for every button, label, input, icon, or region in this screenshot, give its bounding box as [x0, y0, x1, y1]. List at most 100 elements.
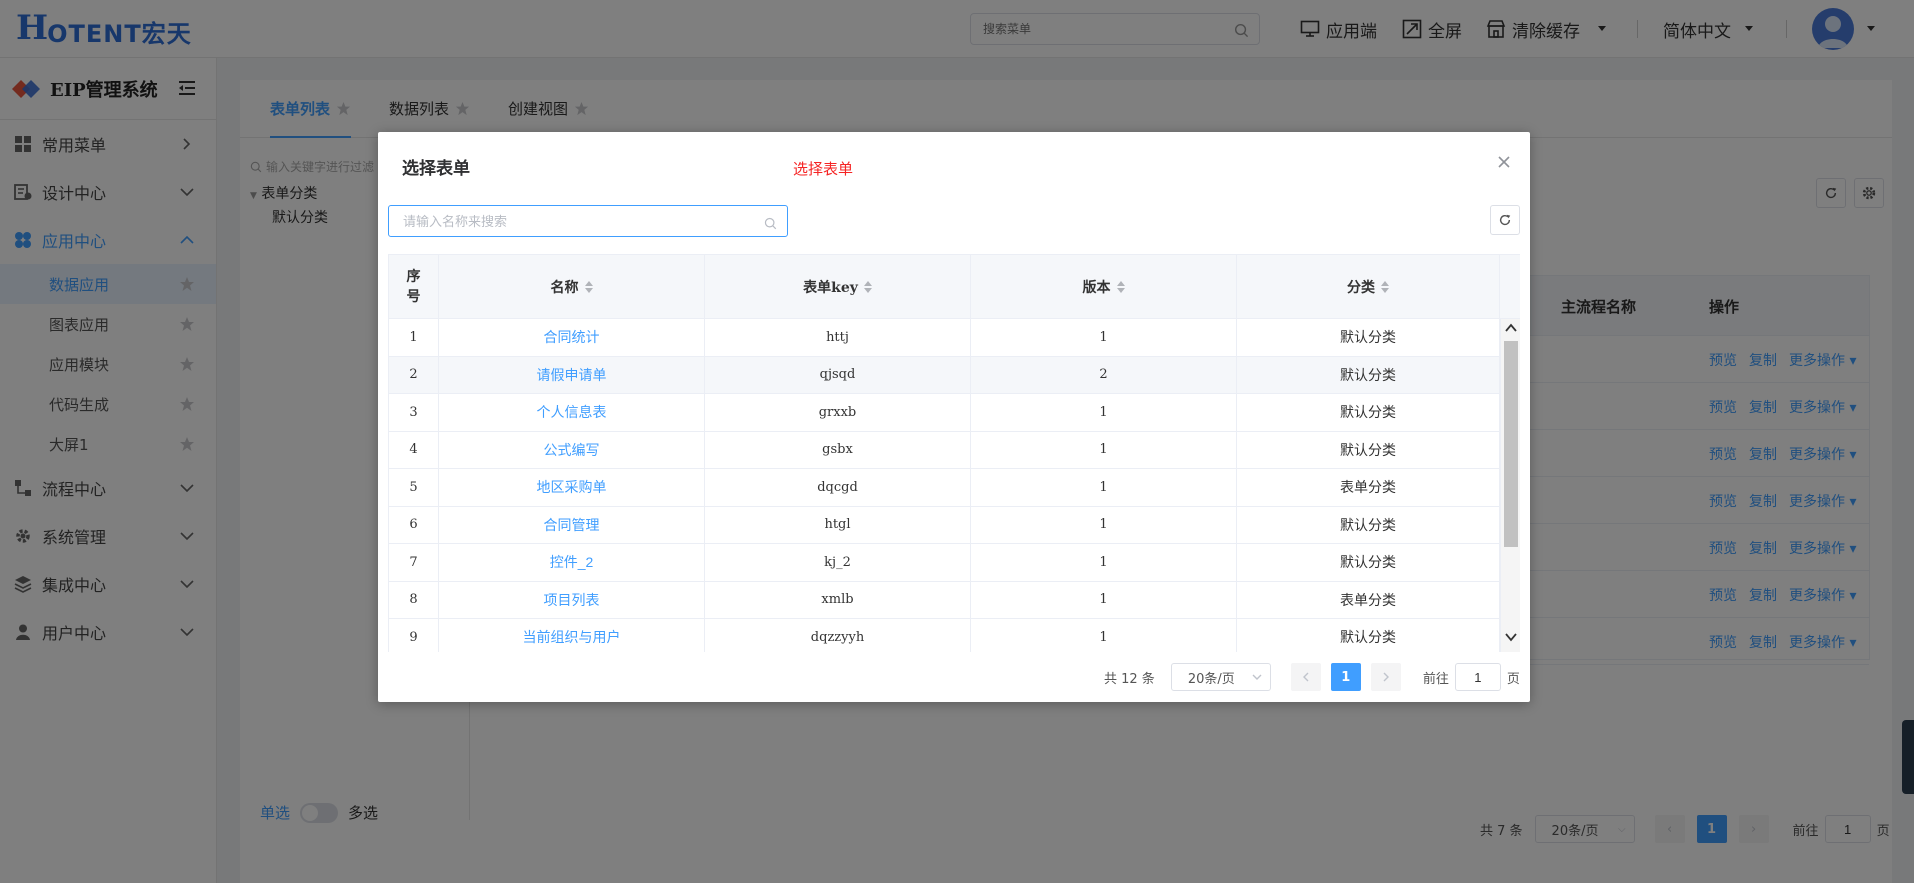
goto-label: 前往 — [1422, 671, 1449, 687]
column-header-label: 分类 — [1347, 280, 1375, 296]
cell-key: gsbx — [705, 431, 971, 468]
select-form-dialog: 选择表单 选择表单 序号 名称 表单key 版本 — [378, 132, 1530, 702]
dialog-subtitle: 选择表单 — [793, 160, 854, 178]
cell-key: grxxb — [705, 394, 971, 431]
cell-seq: 4 — [389, 431, 439, 468]
cell-seq: 2 — [389, 356, 439, 393]
cell-name-link[interactable]: 地区采购单 — [439, 469, 705, 506]
cell-version: 1 — [971, 394, 1237, 431]
cell-key: kj_2 — [705, 544, 971, 581]
cell-category: 默认分类 — [1237, 506, 1500, 543]
cell-seq: 3 — [389, 394, 439, 431]
cell-name-link[interactable]: 公式编写 — [439, 431, 705, 468]
sort-icon[interactable] — [863, 281, 872, 293]
table-row[interactable]: 4 公式编写 gsbx 1 默认分类 — [389, 431, 1500, 469]
scrollbar-thumb[interactable] — [1504, 341, 1518, 547]
cell-seq: 6 — [389, 506, 439, 543]
form-name-search[interactable] — [388, 205, 788, 237]
scroll-up-icon[interactable] — [1505, 323, 1517, 333]
table-row[interactable]: 6 合同管理 htgl 1 默认分类 — [389, 506, 1500, 544]
column-header-label: 名称 — [550, 280, 579, 296]
sort-icon[interactable] — [1381, 281, 1389, 293]
column-header-name[interactable]: 名称 — [439, 255, 705, 319]
dialog-title: 选择表单 — [402, 159, 470, 179]
dialog-pagination: 共 12 条 20条/页 1 前往 页 — [1104, 662, 1520, 692]
cell-version: 1 — [971, 431, 1237, 468]
cell-key: xmlb — [705, 581, 971, 618]
cell-seq: 1 — [389, 319, 439, 356]
sort-icon[interactable] — [1116, 281, 1125, 293]
cell-key: dqcgd — [705, 469, 971, 506]
page-size-label: 20条/页 — [1187, 671, 1235, 687]
cell-version: 1 — [971, 506, 1237, 543]
cell-name-link[interactable]: 当前组织与用户 — [439, 619, 705, 652]
table-header: 序号 名称 表单key 版本 分类 — [389, 255, 1520, 319]
table-row[interactable]: 9 当前组织与用户 dqzzyyh 1 默认分类 — [389, 619, 1500, 652]
table-row[interactable]: 7 控件_2 kj_2 1 默认分类 — [389, 544, 1500, 582]
cell-name-link[interactable]: 请假申请单 — [439, 356, 705, 393]
cell-version: 1 — [971, 619, 1237, 652]
cell-category: 默认分类 — [1237, 394, 1500, 431]
cell-version: 1 — [971, 581, 1237, 618]
table-row[interactable]: 5 地区采购单 dqcgd 1 表单分类 — [389, 469, 1500, 507]
cell-name-link[interactable]: 控件_2 — [439, 544, 705, 581]
scroll-down-icon[interactable] — [1505, 632, 1517, 642]
table-row[interactable]: 2 请假申请单 qjsqd 2 默认分类 — [389, 356, 1500, 394]
table-scrollbar[interactable] — [1500, 319, 1520, 652]
column-header-category[interactable]: 分类 — [1237, 255, 1500, 319]
form-select-table: 序号 名称 表单key 版本 分类 1 合同统计 httj 1 默认分类 2 请… — [388, 254, 1520, 652]
cell-version: 1 — [971, 469, 1237, 506]
form-name-search-input[interactable] — [389, 206, 749, 236]
chevron-down-icon — [1252, 674, 1262, 680]
goto-page: 前往 页 — [1423, 663, 1520, 691]
table-row[interactable]: 3 个人信息表 grxxb 1 默认分类 — [389, 394, 1500, 432]
refresh-icon — [1499, 214, 1511, 226]
table-row[interactable]: 1 合同统计 httj 1 默认分类 — [389, 319, 1500, 357]
cell-name-link[interactable]: 合同管理 — [439, 506, 705, 543]
cell-category: 默认分类 — [1237, 319, 1500, 356]
cell-seq: 8 — [389, 581, 439, 618]
close-button[interactable] — [1494, 152, 1514, 172]
page-size-select[interactable]: 20条/页 — [1170, 663, 1271, 691]
page-number-active[interactable]: 1 — [1330, 663, 1361, 691]
cell-seq: 9 — [389, 619, 439, 652]
cell-category: 默认分类 — [1237, 619, 1500, 652]
column-header-seq-label: 序号 — [406, 269, 421, 305]
table-body: 1 合同统计 httj 1 默认分类 2 请假申请单 qjsqd 2 默认分类 … — [389, 319, 1500, 652]
cell-key: httj — [705, 319, 971, 356]
refresh-button[interactable] — [1490, 205, 1520, 235]
cell-category: 默认分类 — [1237, 356, 1500, 393]
chevron-right-icon — [1383, 672, 1389, 682]
header-gutter — [1500, 255, 1520, 319]
search-icon[interactable] — [764, 215, 777, 231]
cell-category: 默认分类 — [1237, 431, 1500, 468]
cell-key: htgl — [705, 506, 971, 543]
table-row[interactable]: 8 项目列表 xmlb 1 表单分类 — [389, 581, 1500, 619]
cell-version: 1 — [971, 319, 1237, 356]
cell-key: dqzzyyh — [705, 619, 971, 652]
page-unit: 页 — [1506, 671, 1520, 687]
cell-seq: 5 — [389, 469, 439, 506]
cell-name-link[interactable]: 项目列表 — [439, 581, 705, 618]
cell-category: 默认分类 — [1237, 544, 1500, 581]
cell-category: 表单分类 — [1237, 469, 1500, 506]
chevron-left-icon — [1302, 672, 1309, 682]
column-header-key[interactable]: 表单key — [705, 255, 971, 319]
cell-version: 2 — [971, 356, 1237, 393]
column-header-version[interactable]: 版本 — [971, 255, 1237, 319]
cell-category: 表单分类 — [1237, 581, 1500, 618]
next-page-button[interactable] — [1370, 663, 1401, 691]
close-icon — [1498, 156, 1510, 168]
prev-page-button[interactable] — [1290, 663, 1321, 691]
sort-icon[interactable] — [584, 281, 593, 293]
column-header-label: 版本 — [1082, 280, 1111, 296]
column-header-seq: 序号 — [389, 255, 439, 319]
pagination-total: 共 12 条 — [1104, 671, 1155, 687]
cell-version: 1 — [971, 544, 1237, 581]
cell-name-link[interactable]: 个人信息表 — [439, 394, 705, 431]
goto-page-input[interactable] — [1454, 663, 1501, 691]
cell-seq: 7 — [389, 544, 439, 581]
cell-key: qjsqd — [705, 356, 971, 393]
cell-name-link[interactable]: 合同统计 — [439, 319, 705, 356]
column-header-label: 表单key — [803, 280, 858, 296]
